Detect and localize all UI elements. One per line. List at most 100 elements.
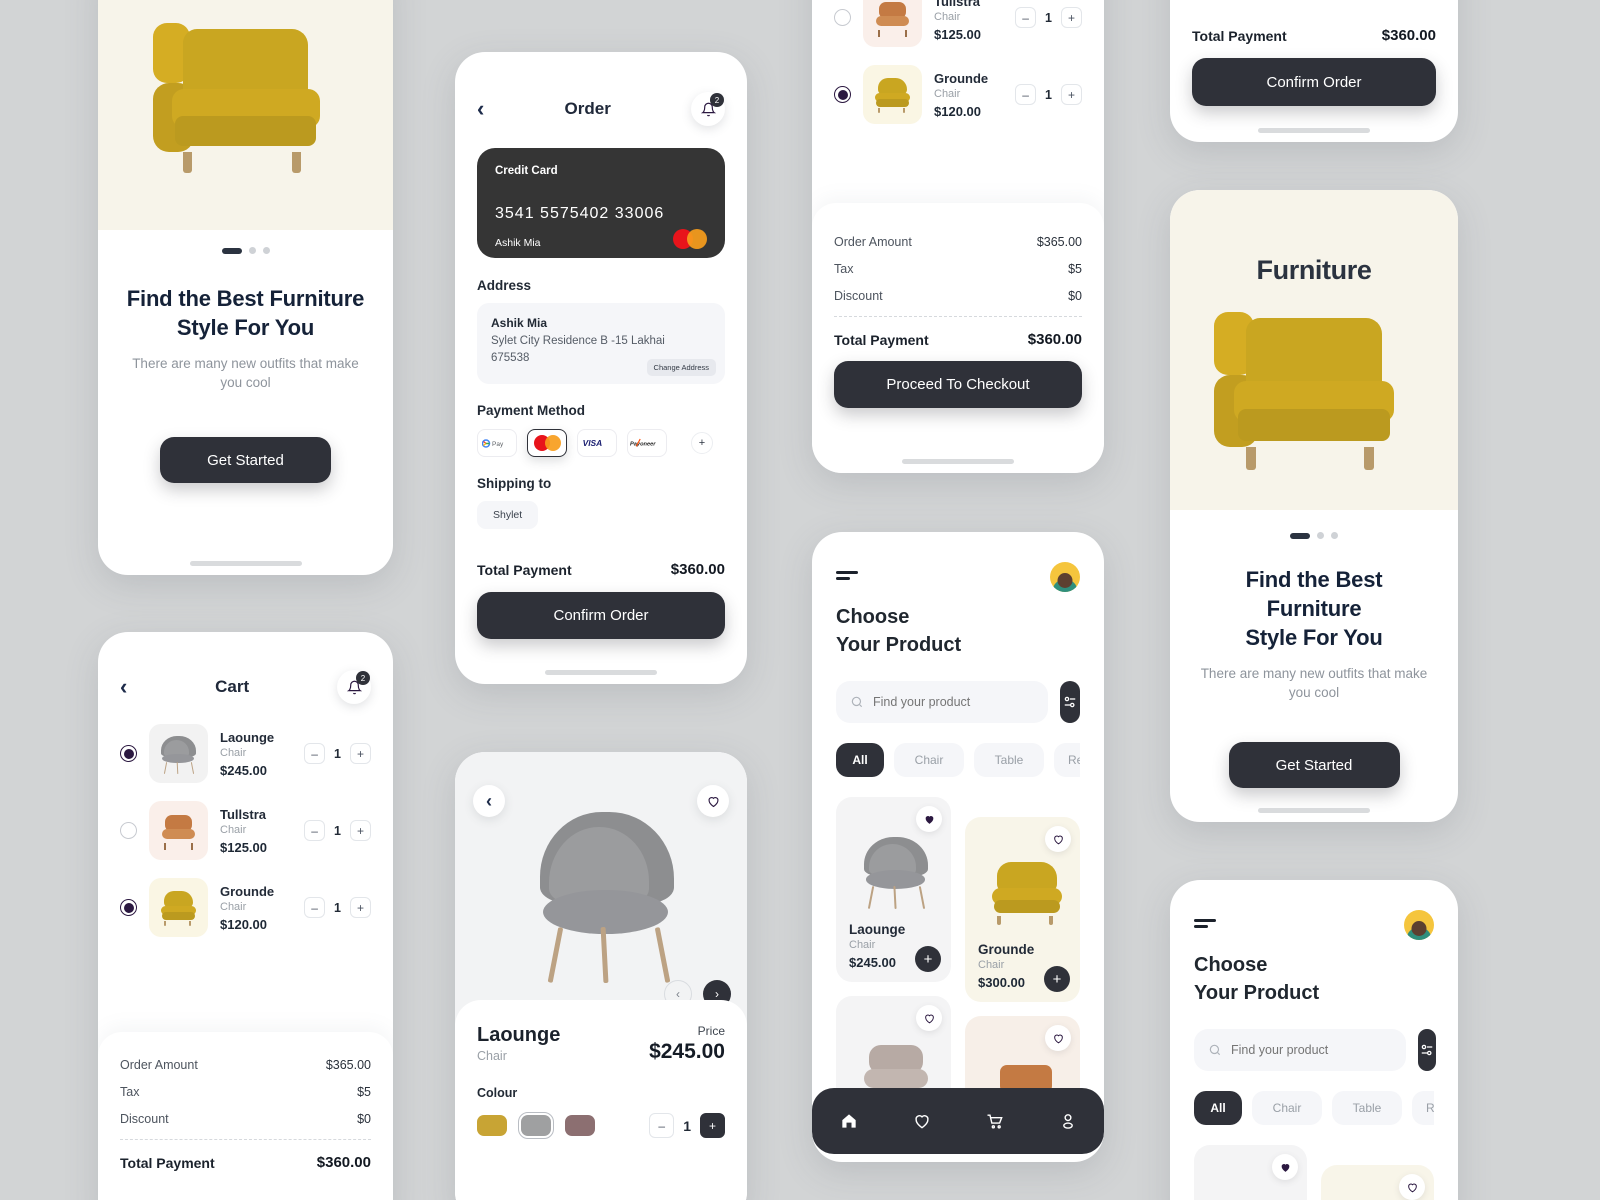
carousel-dot-1[interactable]	[221, 247, 242, 254]
add-to-cart-button[interactable]: +	[1044, 966, 1070, 993]
chip-all[interactable]: All	[836, 743, 884, 778]
carousel-dot-2[interactable]	[248, 247, 256, 254]
heart-icon	[924, 1014, 934, 1024]
chip-recommend[interactable]: Recommend	[1054, 743, 1080, 778]
colour-swatch-gold[interactable]	[477, 1115, 507, 1136]
item-select-radio[interactable]	[834, 86, 851, 103]
item-select-radio[interactable]	[834, 9, 851, 26]
favorite-button[interactable]	[1399, 1174, 1425, 1200]
quantity-stepper[interactable]: – 1 +	[304, 743, 371, 764]
change-address-button[interactable]: Change Address	[646, 359, 716, 377]
hamburger-icon[interactable]	[836, 571, 858, 583]
proceed-to-checkout-button[interactable]: Proceed To Checkout	[834, 361, 1082, 408]
product-card[interactable]: Laounge Chair $245.00 +	[836, 797, 951, 983]
user-avatar[interactable]	[1050, 562, 1080, 592]
quantity-stepper[interactable]: – 1 +	[649, 1113, 725, 1138]
get-started-button[interactable]: Get Started	[160, 437, 331, 484]
back-button[interactable]: ‹	[477, 98, 484, 120]
item-select-radio[interactable]	[120, 899, 137, 916]
tab-cart[interactable]	[985, 1111, 1005, 1131]
increase-quantity-button[interactable]: +	[700, 1113, 725, 1138]
increase-quantity-button[interactable]: +	[350, 897, 371, 918]
credit-card[interactable]: Credit Card 3541 5575402 33006 Ashik Mia	[477, 148, 725, 258]
carousel-dot-2[interactable]	[1317, 532, 1324, 539]
payment-method-mastercard[interactable]	[527, 429, 567, 458]
credit-card-number: 3541 5575402 33006	[495, 205, 665, 222]
increase-quantity-button[interactable]: +	[1061, 84, 1082, 105]
product-card[interactable]	[1321, 1165, 1434, 1200]
item-select-radio[interactable]	[120, 822, 137, 839]
search-bar[interactable]	[836, 681, 1048, 724]
quantity-stepper[interactable]: – 1 +	[1015, 84, 1082, 105]
product-card[interactable]: Grounde Chair $300.00 +	[965, 817, 1080, 1003]
colour-swatch-grey[interactable]	[518, 1112, 554, 1139]
chip-all[interactable]: All	[1194, 1091, 1242, 1126]
table-row[interactable]: Grounde Chair $120.00 – 1 +	[120, 878, 371, 937]
tax-row: Tax $5	[834, 262, 1082, 276]
product-price: $245.00	[849, 955, 896, 971]
quantity-stepper[interactable]: – 1 +	[304, 820, 371, 841]
increase-quantity-button[interactable]: +	[350, 820, 371, 841]
chip-chair[interactable]: Chair	[894, 743, 964, 778]
address-card[interactable]: Ashik Mia Sylet City Residence B -15 Lak…	[477, 303, 725, 385]
cart-icon	[987, 1114, 1003, 1129]
favorite-button[interactable]	[697, 785, 729, 817]
tab-home[interactable]	[839, 1111, 859, 1131]
choose-heading-line2: Your Product	[836, 633, 962, 656]
favorite-button[interactable]	[1045, 1025, 1071, 1052]
tab-profile[interactable]	[1058, 1111, 1078, 1131]
confirm-order-button[interactable]: Confirm Order	[1192, 58, 1436, 106]
favorite-button[interactable]	[1045, 826, 1071, 853]
product-card[interactable]	[1194, 1145, 1307, 1200]
filter-button[interactable]	[1418, 1029, 1436, 1072]
favorite-button[interactable]	[1272, 1154, 1298, 1181]
notification-button[interactable]: 2	[691, 92, 725, 126]
quantity-stepper[interactable]: – 1 +	[304, 897, 371, 918]
notification-button[interactable]: 2	[337, 670, 371, 704]
favorite-button[interactable]	[916, 1005, 942, 1032]
add-payment-method-button[interactable]: +	[691, 432, 713, 455]
chip-table[interactable]: Table	[1332, 1091, 1402, 1126]
decrease-quantity-button[interactable]: –	[304, 820, 326, 841]
carousel-dot-3[interactable]	[1331, 532, 1338, 539]
confirm-order-button[interactable]: Confirm Order	[477, 592, 725, 640]
quantity-stepper[interactable]: – 1 +	[1015, 7, 1082, 28]
table-row[interactable]: Tullstra Chair $125.00 – 1 +	[120, 801, 371, 860]
increase-quantity-button[interactable]: +	[1061, 7, 1082, 28]
decrease-quantity-button[interactable]: –	[304, 897, 326, 918]
increase-quantity-button[interactable]: +	[350, 743, 371, 764]
shipping-city-chip[interactable]: Shylet	[477, 501, 539, 530]
search-bar[interactable]	[1194, 1029, 1406, 1072]
decrease-quantity-button[interactable]: –	[649, 1113, 675, 1138]
user-avatar[interactable]	[1404, 910, 1434, 940]
payment-method-payoneer[interactable]: Payoneer	[627, 429, 667, 458]
payment-method-visa[interactable]: VISA	[577, 429, 617, 458]
payment-method-gpay[interactable]: Pay	[477, 429, 517, 458]
decrease-quantity-button[interactable]: –	[1015, 84, 1037, 105]
table-row[interactable]: Grounde Chair $120.00 – 1 +	[834, 65, 1082, 124]
colour-swatch-mauve[interactable]	[565, 1115, 595, 1136]
search-input[interactable]	[873, 695, 1034, 710]
chip-chair[interactable]: Chair	[1252, 1091, 1322, 1126]
carousel-dot-1[interactable]	[1290, 532, 1310, 539]
table-row[interactable]: Tullstra Chair $125.00 – 1 +	[834, 0, 1082, 47]
back-button[interactable]: ‹	[120, 676, 127, 698]
item-select-radio[interactable]	[120, 745, 137, 762]
tab-favorites[interactable]	[912, 1111, 932, 1131]
get-started-button[interactable]: Get Started	[1228, 742, 1400, 789]
carousel-dot-3[interactable]	[262, 247, 270, 254]
filter-button[interactable]	[1060, 681, 1080, 724]
chip-table[interactable]: Table	[974, 743, 1044, 778]
favorite-button[interactable]	[916, 806, 942, 833]
carousel-dots[interactable]	[1170, 532, 1458, 539]
add-to-cart-button[interactable]: +	[915, 946, 941, 973]
product-thumbnail	[149, 724, 208, 783]
table-row[interactable]: Laounge Chair $245.00 – 1 +	[120, 724, 371, 783]
chip-recommend[interactable]: Recommend	[1412, 1091, 1434, 1126]
carousel-dots[interactable]	[98, 247, 393, 254]
decrease-quantity-button[interactable]: –	[1015, 7, 1037, 28]
hamburger-icon[interactable]	[1194, 919, 1216, 931]
back-button[interactable]: ‹	[473, 785, 505, 817]
decrease-quantity-button[interactable]: –	[304, 743, 326, 764]
search-input[interactable]	[1231, 1043, 1392, 1058]
